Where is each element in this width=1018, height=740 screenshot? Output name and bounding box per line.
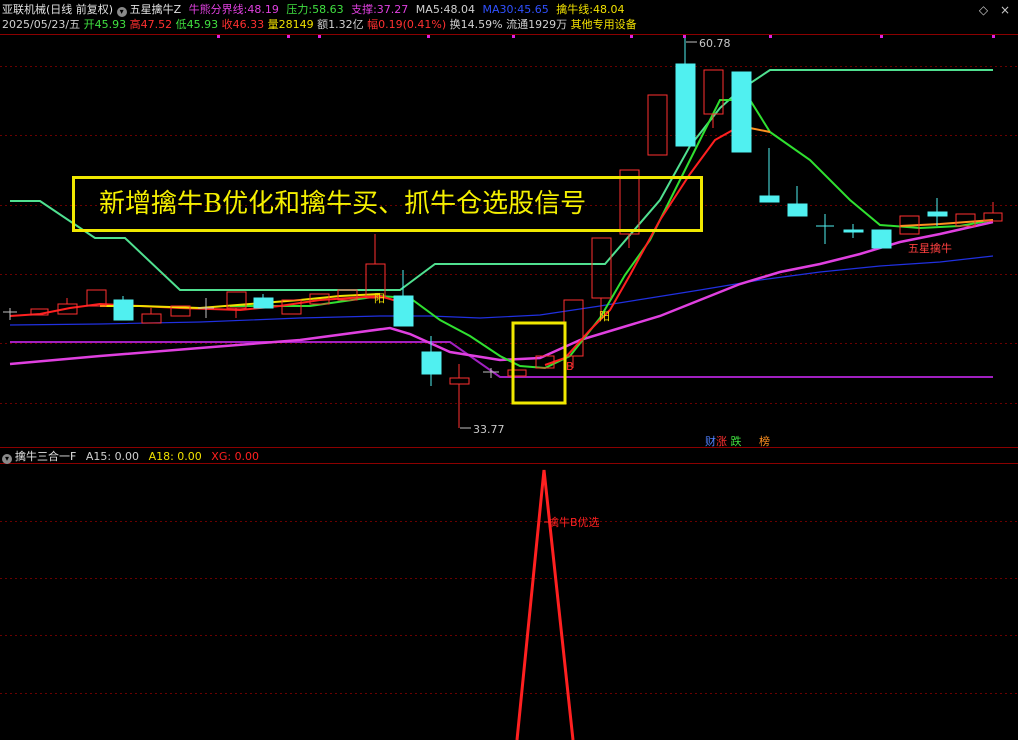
yang-tag-2: 阳: [599, 310, 610, 323]
badge-zhang[interactable]: 涨: [716, 435, 727, 448]
candles: [3, 38, 1003, 428]
yang-tag-1: 阳: [374, 292, 385, 305]
candle: [3, 69, 1003, 428]
wuxing-tag: 五星擒牛: [908, 241, 952, 255]
badge-cai[interactable]: 财: [705, 435, 716, 448]
signal-label: 擒牛B优选: [548, 515, 600, 529]
sub-indicator-dropdown-icon[interactable]: ▾: [2, 454, 12, 464]
high-marker: 60.78: [686, 37, 731, 50]
a18-label: A18:: [148, 450, 174, 463]
badge-die[interactable]: 跌: [731, 435, 742, 448]
signal-spike: [515, 469, 575, 740]
low-marker: 33.77: [460, 423, 505, 436]
promo-banner: 新增擒牛B优化和擒牛买、抓牛仓选股信号: [72, 176, 703, 232]
red-line-2: [544, 125, 741, 366]
badge-bang[interactable]: 榜: [759, 435, 770, 448]
grid-lines: [0, 66, 1018, 694]
sub-indicator-header: ▾ 擒牛三合一F A15: 0.00 A18: 0.00 XG: 0.00: [2, 450, 259, 464]
b-signal-tag: B: [566, 360, 574, 373]
low-price-label: 33.77: [473, 423, 505, 436]
a18-value: 0.00: [177, 450, 202, 463]
red-line: [9, 294, 401, 317]
sub-indicator-name[interactable]: 擒牛三合一F: [15, 450, 76, 463]
a15-label: A15:: [85, 450, 112, 463]
xg-label: XG:: [211, 450, 232, 463]
kline-chart[interactable]: 60.78 33.77 阳 阳 B 五星擒牛 擒牛B优选: [0, 0, 1018, 740]
news-badges: 财涨 跌 榜: [705, 433, 770, 449]
xg-value: 0.00: [234, 450, 260, 463]
ma30-line: [9, 255, 994, 326]
signal-dots: [217, 35, 995, 38]
high-price-label: 60.78: [699, 37, 731, 50]
a15-value: 0.00: [114, 450, 140, 463]
